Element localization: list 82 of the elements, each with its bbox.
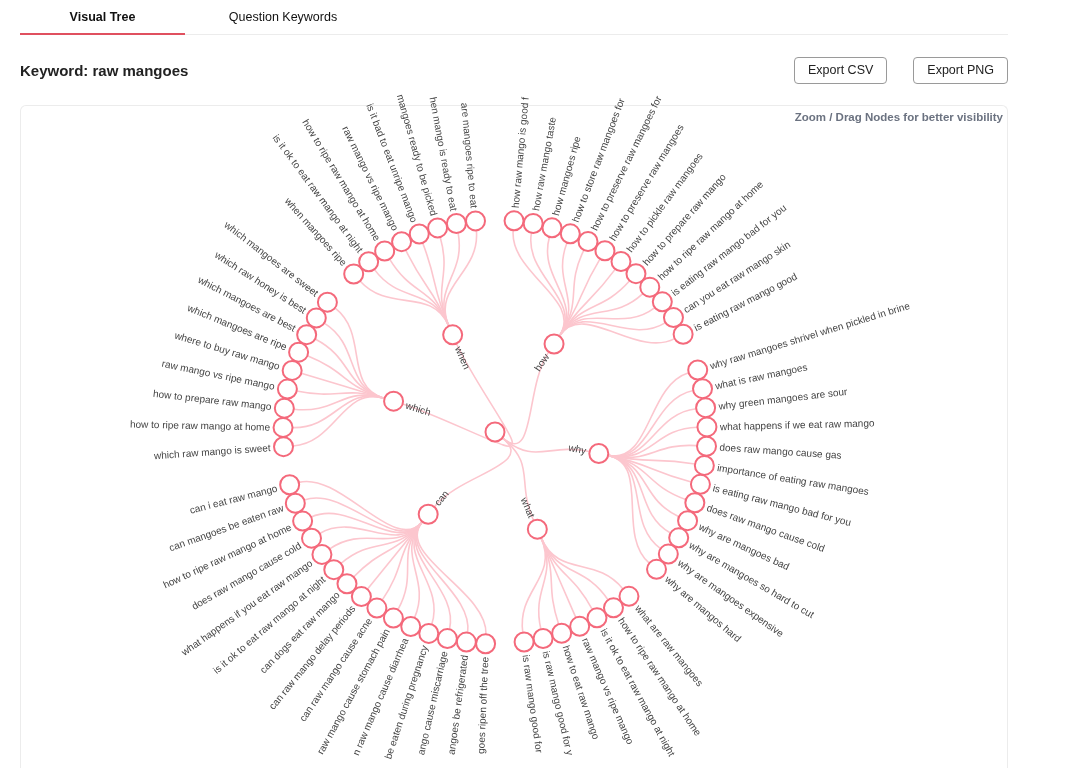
tree-node[interactable] [336,573,358,595]
tree-node[interactable] [296,324,318,346]
tree-node[interactable] [684,492,706,514]
node-label: can [432,488,451,508]
tree-node[interactable] [350,586,372,608]
tree-node[interactable] [408,223,430,245]
export-button[interactable]: Export CSV [794,56,888,84]
tree-node[interactable] [273,397,295,419]
node-label: what happens if we eat raw mango [719,417,875,433]
tree-node[interactable] [668,527,690,549]
tree-node[interactable] [316,291,338,313]
tree-node[interactable] [391,231,413,253]
node-label: when [452,344,473,371]
tree-node[interactable] [273,436,294,458]
node-label: how raw mango is good f [509,96,531,209]
node-label: does raw mango cause gas [719,441,842,461]
tree-node[interactable] [526,518,548,540]
export-button[interactable]: Export PNG [913,56,1008,84]
tree-node[interactable] [689,473,711,495]
tree-node[interactable] [436,628,458,650]
node-label: why [567,441,588,457]
tree-node[interactable] [646,558,667,580]
tab[interactable]: Visual Tree [20,0,185,35]
tree-node[interactable] [672,323,694,345]
tree-node[interactable] [696,435,717,457]
tree-node[interactable] [541,217,563,239]
tree-node[interactable] [383,390,405,412]
hint-text: Zoom / Drag Nodes for better visibility [794,111,1003,123]
tree-node[interactable] [284,492,306,514]
tree-node[interactable] [610,251,632,272]
tree-node[interactable] [475,633,497,655]
tree-node[interactable] [657,543,679,565]
node-label: which raw mango is sweet [153,442,271,462]
tree-node[interactable] [588,442,610,464]
tree-node[interactable] [687,359,709,381]
tree-node[interactable] [503,210,525,232]
tree-node[interactable] [484,421,506,443]
tree-node[interactable] [305,307,327,329]
tree-node[interactable] [522,212,544,234]
tab[interactable]: Question Keywords [185,0,381,35]
node-label: which [404,399,433,418]
tree-node[interactable] [442,324,464,346]
tree-node[interactable] [343,263,365,285]
tree-node[interactable] [288,341,310,363]
tree-node[interactable] [366,597,388,619]
keyword-title: Keyword: raw mangoes [20,61,189,79]
tree-node[interactable] [586,607,608,629]
tree-node[interactable] [418,622,440,644]
tree-node[interactable] [455,631,477,653]
tree-node[interactable] [651,291,673,313]
node-label: goes ripen off the tree [475,656,491,755]
tree-node[interactable] [281,359,303,381]
tree-node[interactable] [272,416,294,438]
tree-node[interactable] [292,510,314,532]
tree-node[interactable] [374,240,396,262]
tree-node[interactable] [301,527,322,549]
tree-node[interactable] [311,543,333,565]
tree-node[interactable] [559,223,581,245]
tree-node[interactable] [677,510,699,532]
tree-node[interactable] [696,416,718,438]
tree-node[interactable] [692,378,713,400]
tree-node[interactable] [279,474,301,496]
tree-node[interactable] [693,454,715,476]
tree-node[interactable] [465,210,486,232]
tree-node[interactable] [543,333,565,355]
node-label: are mangoes ripe to eat [459,102,480,209]
tree-node[interactable] [577,231,599,252]
tree-node[interactable] [427,217,449,239]
tree-node[interactable] [513,631,535,653]
tree-node[interactable] [382,607,404,629]
tree-node[interactable] [695,397,717,419]
tree-node[interactable] [276,378,298,400]
tree-node[interactable] [551,622,573,644]
tree-node[interactable] [618,585,640,607]
tree-node[interactable] [445,213,467,235]
tree-node[interactable] [400,616,422,638]
tree-node[interactable] [569,615,591,637]
tree-node[interactable] [532,628,554,649]
node-label: how to ripe raw mango at home [129,418,271,433]
tree-node[interactable] [602,597,624,619]
node-label: what [518,495,538,520]
tree-node[interactable] [594,240,616,262]
